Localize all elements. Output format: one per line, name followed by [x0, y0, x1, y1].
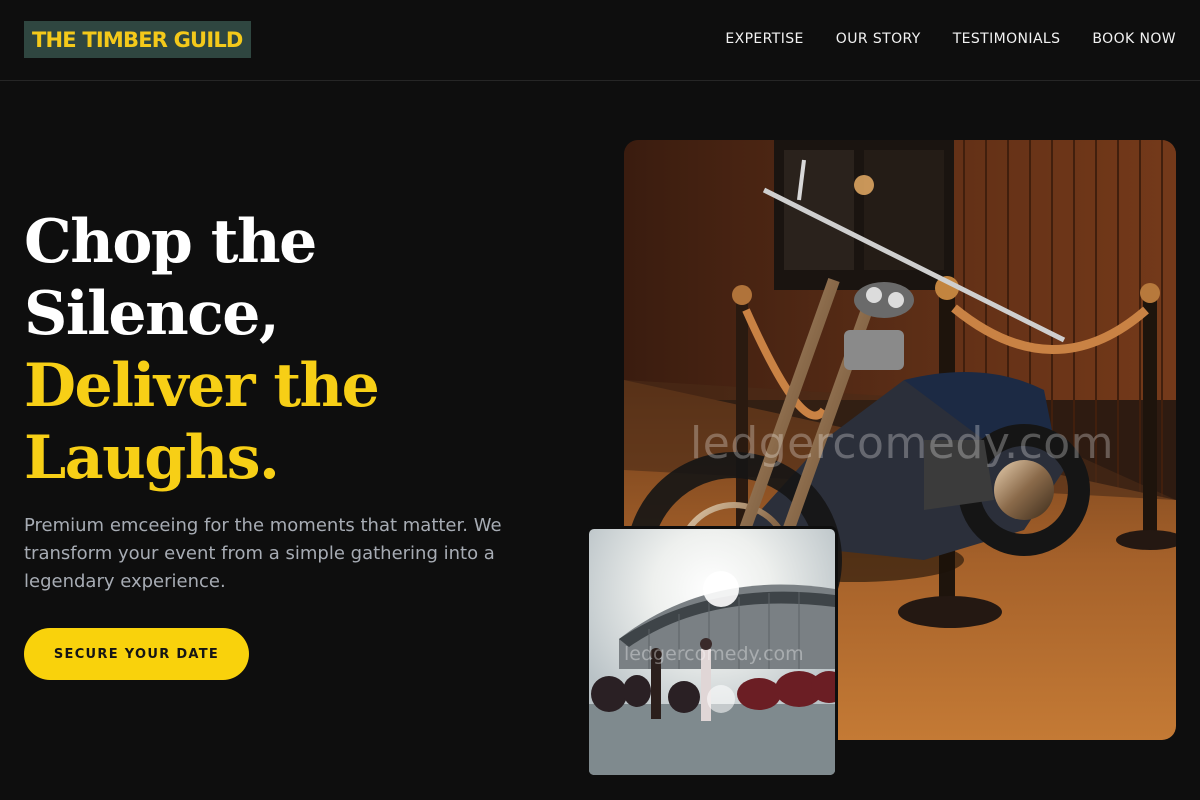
main-nav: EXPERTISE OUR STORY TESTIMONIALS BOOK NO…: [725, 31, 1176, 47]
nav-testimonials[interactable]: TESTIMONIALS: [953, 31, 1061, 47]
nav-book-now[interactable]: BOOK NOW: [1092, 31, 1176, 47]
site-header: THE TIMBER GUILD EXPERTISE OUR STORY TES…: [0, 0, 1200, 81]
secure-your-date-button[interactable]: SECURE YOUR DATE: [24, 628, 249, 680]
small-photo-watermark: ledgercomedy.com: [624, 643, 804, 665]
nav-our-story[interactable]: OUR STORY: [836, 31, 921, 47]
hero-tagline: Premium emceeing for the moments that ma…: [24, 515, 502, 592]
logo[interactable]: THE TIMBER GUILD: [24, 21, 251, 58]
hero-headline: Chop the Silence, Deliver the Laughs.: [24, 206, 544, 494]
headline-line-1: Chop the: [24, 207, 317, 277]
headline-line-3: Deliver the: [24, 351, 380, 421]
nav-expertise[interactable]: EXPERTISE: [725, 31, 803, 47]
main-photo-watermark: ledgercomedy.com: [690, 418, 1115, 469]
headline-line-2: Silence,: [24, 279, 280, 349]
headline-line-4: Laughs.: [24, 423, 280, 493]
